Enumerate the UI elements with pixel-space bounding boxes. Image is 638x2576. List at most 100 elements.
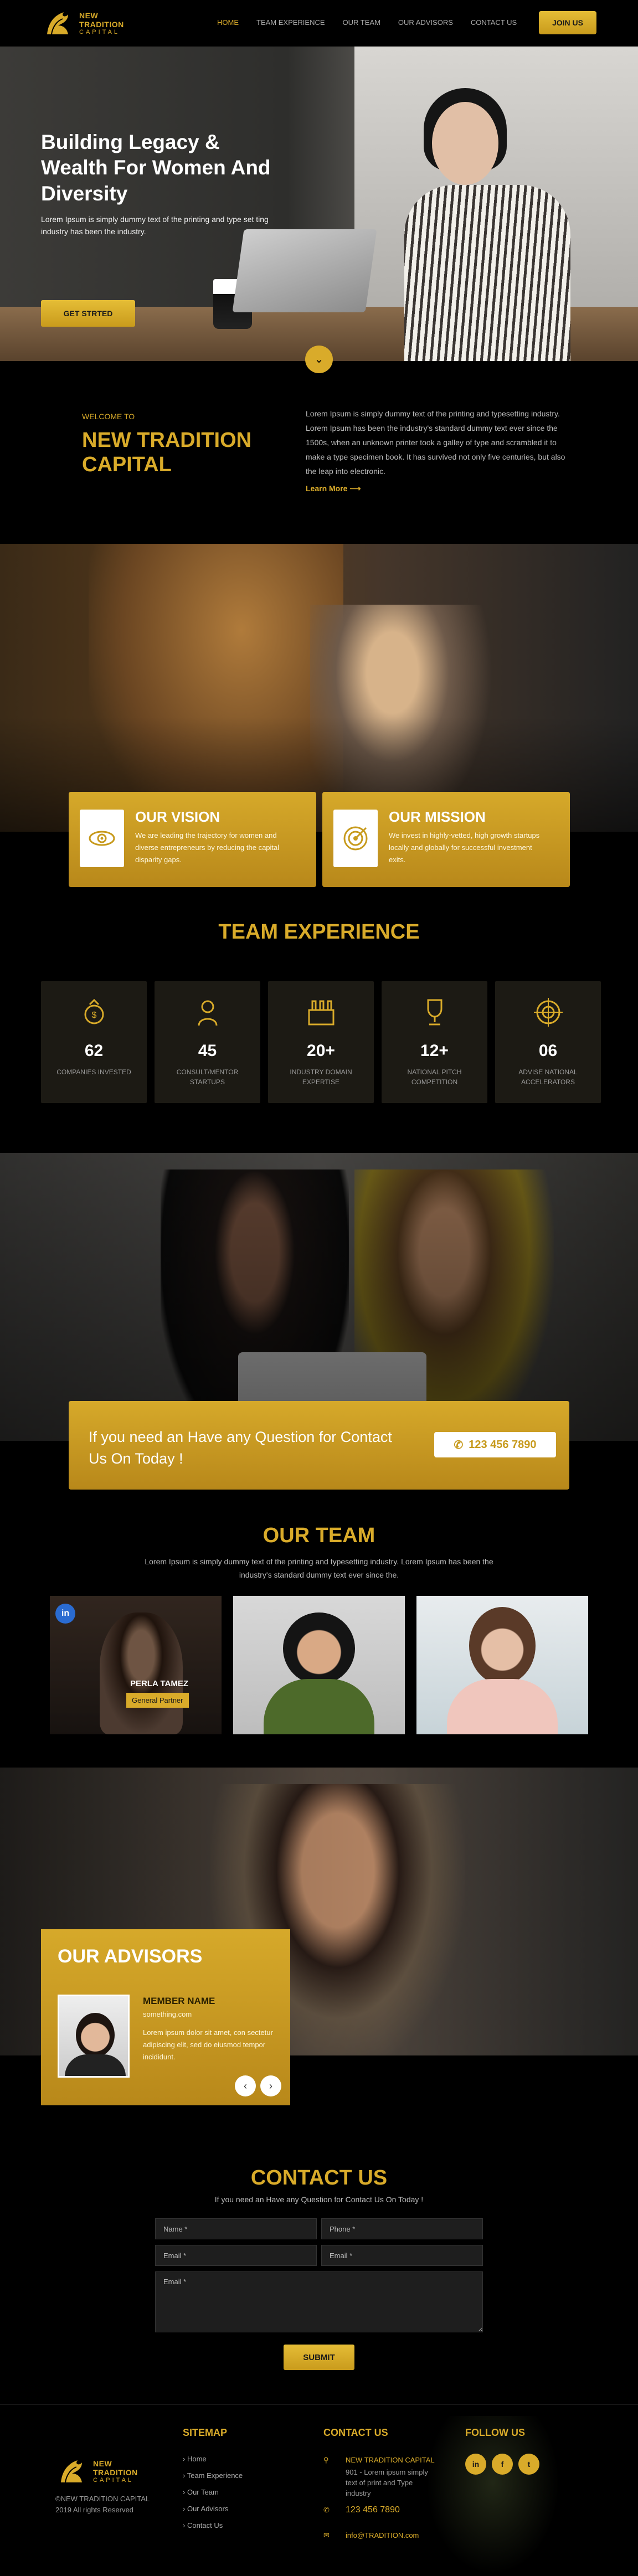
vision-body: We are leading the trajectory for women … — [135, 831, 280, 864]
email-field[interactable] — [155, 2245, 317, 2266]
stat-card: 20+ INDUSTRY DOMAIN EXPERTISE — [268, 981, 374, 1103]
crosshair-icon — [533, 998, 563, 1027]
phone-field[interactable] — [321, 2218, 483, 2239]
team-experience-title: TEAM EXPERIENCE — [218, 920, 420, 944]
sitemap-home[interactable]: › Home — [183, 2455, 207, 2463]
hero-woman-image — [399, 69, 582, 361]
laptop-image — [232, 229, 377, 312]
stat-value: 62 — [84, 1042, 104, 1060]
footer: NEW TRADITION CAPITAL ©NEW TRADITION CAP… — [0, 2404, 638, 2576]
advisors-section: OUR ADVISORS MEMBER NAME something.com L… — [0, 1929, 638, 2166]
arrow-right-icon: ⟶ — [349, 484, 361, 493]
mission-title: OUR MISSION — [389, 808, 486, 825]
stat-value: 06 — [538, 1042, 558, 1060]
scroll-down-icon[interactable]: ⌄ — [305, 346, 333, 373]
contact-title: CONTACT US — [250, 2166, 388, 2189]
submit-button[interactable]: SUBMIT — [284, 2345, 354, 2370]
facebook-icon[interactable]: f — [492, 2454, 513, 2475]
footer-phone[interactable]: 123 456 7890 — [346, 2505, 400, 2515]
footer-plant-image — [421, 2416, 565, 2576]
team-member-card[interactable] — [233, 1596, 405, 1734]
prev-arrow-icon[interactable]: ‹ — [235, 2075, 256, 2096]
mission-card: OUR MISSION We invest in highly-vetted, … — [322, 792, 570, 887]
get-started-button[interactable]: GET STRTED — [41, 300, 135, 327]
cta-question: If you need an Have any Question for Con… — [89, 1429, 392, 1467]
target-icon — [333, 810, 378, 867]
brand-name: NEW TRADITION CAPITAL — [79, 11, 124, 35]
trophy-icon — [427, 999, 442, 1026]
stat-value: 45 — [198, 1042, 217, 1060]
main-menu: HOME TEAM EXPERIENCE OUR TEAM OUR ADVISO… — [217, 18, 534, 27]
sitemap-our-advisors[interactable]: › Our Advisors — [183, 2505, 228, 2513]
stat-card: 06 ADVISE NATIONAL ACCELERATORS — [495, 981, 601, 1103]
meeting-photo-band — [0, 544, 638, 832]
contact-section: CONTACT US If you need an Have any Quest… — [0, 2166, 638, 2404]
top-navbar: NEW TRADITION CAPITAL HOME TEAM EXPERIEN… — [0, 0, 638, 47]
advisor-description: Lorem ipsum dolor sit amet, con sectetur… — [143, 2028, 273, 2061]
nav-our-advisors[interactable]: OUR ADVISORS — [398, 18, 453, 27]
member-name: PERLA TAMEZ — [130, 1679, 188, 1688]
our-team-intro: Lorem Ipsum is simply dummy text of the … — [145, 1557, 493, 1579]
stat-label: COMPANIES INVESTED — [56, 1068, 131, 1076]
money-bag-icon: $ — [84, 998, 104, 1024]
team-member-card[interactable] — [416, 1596, 588, 1734]
welcome-eyebrow: WELCOME TO — [82, 412, 135, 421]
learn-more-link[interactable]: Learn More ⟶ — [306, 484, 361, 493]
stat-card: 45 CONSULT/MENTOR STARTUPS — [155, 981, 260, 1103]
stat-label: NATIONAL PITCH COMPETITION — [407, 1068, 462, 1086]
stat-label: CONSULT/MENTOR STARTUPS — [176, 1068, 239, 1086]
mail-icon: ✉ — [323, 2531, 330, 2539]
contact-cta-banner: If you need an Have any Question for Con… — [69, 1401, 569, 1490]
footer-contact-title: CONTACT US — [323, 2427, 388, 2438]
brand-logo[interactable]: NEW TRADITION CAPITAL — [42, 7, 124, 40]
name-field[interactable] — [155, 2218, 317, 2239]
cta-phone-button[interactable]: ✆ 123 456 7890 — [434, 1432, 556, 1457]
stat-label: ADVISE NATIONAL ACCELERATORS — [518, 1068, 578, 1086]
welcome-body: Lorem Ipsum is simply dummy text of the … — [306, 409, 565, 476]
member-role: General Partner — [126, 1693, 189, 1708]
twitter-icon[interactable]: t — [518, 2454, 539, 2475]
footer-company: NEW TRADITION CAPITAL — [346, 2456, 435, 2464]
welcome-section: WELCOME TO NEW TRADITION CAPITAL Lorem I… — [0, 361, 638, 544]
message-field[interactable] — [155, 2271, 483, 2332]
footer-address: 901 - Lorem ipsum simply text of print a… — [346, 2468, 428, 2497]
location-icon: ⚲ — [323, 2456, 329, 2464]
hero-text-block: Building Legacy & Wealth For Women And D… — [41, 130, 274, 238]
advisors-title: OUR ADVISORS — [58, 1946, 203, 1967]
horse-logo-icon — [61, 2460, 82, 2483]
member-photo — [469, 1607, 536, 1684]
footer-email[interactable]: info@TRADITION.com — [346, 2530, 419, 2541]
team-member-card[interactable]: in PERLA TAMEZ General Partner — [50, 1596, 222, 1734]
stat-card: 12+ NATIONAL PITCH COMPETITION — [382, 981, 487, 1103]
women-laptop-photo-band — [0, 1153, 638, 1441]
join-us-button[interactable]: JOIN US — [539, 11, 596, 34]
phone-icon: ✆ — [454, 1439, 464, 1451]
our-team-title: OUR TEAM — [263, 1524, 375, 1547]
nav-team-experience[interactable]: TEAM EXPERIENCE — [256, 18, 325, 27]
sitemap-our-team[interactable]: › Our Team — [183, 2488, 219, 2496]
nav-our-team[interactable]: OUR TEAM — [343, 18, 380, 27]
footer-logo[interactable]: NEW TRADITION CAPITAL — [55, 2455, 138, 2488]
mission-body: We invest in highly-vetted, high growth … — [389, 831, 540, 864]
linkedin-icon[interactable]: in — [55, 1604, 75, 1624]
sitemap-contact-us[interactable]: › Contact Us — [183, 2521, 223, 2529]
next-arrow-icon[interactable]: › — [260, 2075, 281, 2096]
stats-section: $ 62 COMPANIES INVESTED 45 CONSULT/MENTO… — [0, 981, 638, 1153]
stat-value: 12+ — [420, 1042, 449, 1060]
team-section: If you need an Have any Question for Con… — [0, 1401, 638, 1768]
brand-name: NEW TRADITION CAPITAL — [93, 2459, 138, 2484]
vision-title: OUR VISION — [135, 808, 220, 825]
sitemap-team-experience[interactable]: › Team Experience — [183, 2471, 243, 2480]
advisor-photo — [58, 1995, 130, 2078]
contact-subtitle: If you need an Have any Question for Con… — [214, 2195, 424, 2204]
nav-home[interactable]: HOME — [217, 18, 239, 27]
linkedin-icon[interactable]: in — [465, 2454, 486, 2475]
welcome-title: NEW TRADITION CAPITAL — [82, 429, 252, 476]
email-field-2[interactable] — [321, 2245, 483, 2266]
factory-icon — [308, 1000, 334, 1026]
nav-contact-us[interactable]: CONTACT US — [471, 18, 517, 27]
mentor-icon — [198, 1000, 217, 1026]
svg-text:$: $ — [91, 1011, 96, 1020]
stat-label: INDUSTRY DOMAIN EXPERTISE — [290, 1068, 352, 1086]
stat-value: 20+ — [307, 1042, 335, 1060]
